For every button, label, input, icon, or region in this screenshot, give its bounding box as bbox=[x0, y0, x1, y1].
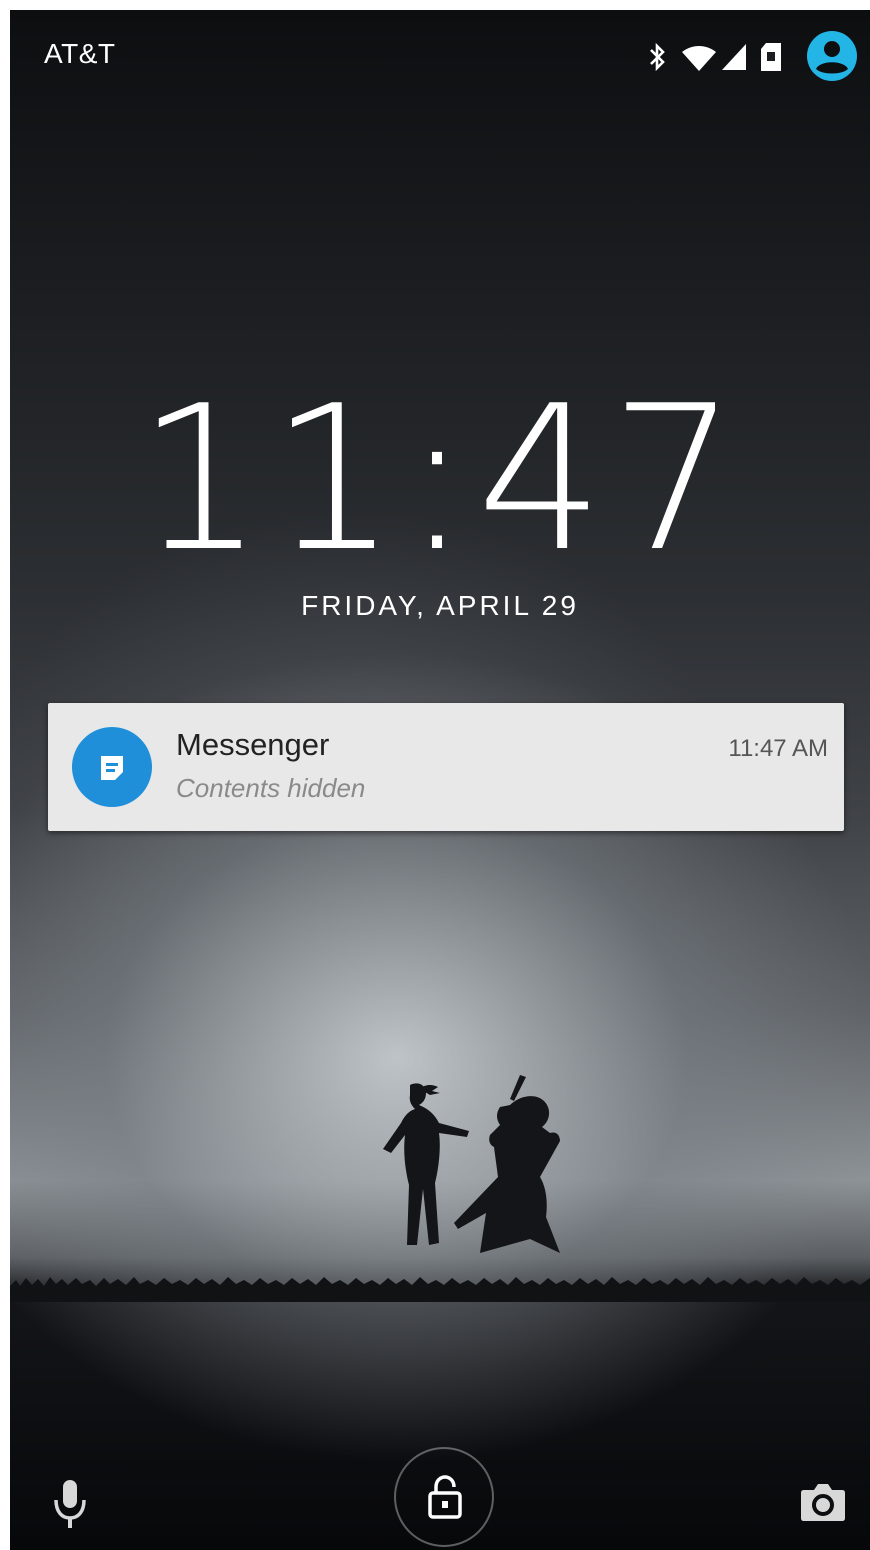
lock-icon bbox=[428, 1475, 462, 1519]
microphone-icon[interactable] bbox=[52, 1478, 88, 1530]
lockscreen: AT&T 11:47 FRIDAY, APRIL 29 Messenger 11… bbox=[10, 10, 870, 1550]
carrier-label: AT&T bbox=[44, 38, 116, 69]
bluetooth-icon bbox=[650, 42, 665, 72]
user-avatar-icon[interactable] bbox=[806, 30, 858, 82]
lockscreen-date: FRIDAY, APRIL 29 bbox=[301, 590, 579, 621]
status-bar: AT&T bbox=[10, 10, 870, 100]
messenger-icon bbox=[72, 727, 152, 807]
wallpaper-silhouettes bbox=[383, 1075, 560, 1253]
notification-text: Contents hidden bbox=[176, 773, 366, 803]
camera-icon[interactable] bbox=[800, 1482, 846, 1522]
notification-app-name: Messenger bbox=[176, 727, 330, 762]
unlock-button[interactable] bbox=[394, 1447, 494, 1547]
notification-card[interactable]: Messenger 11:47 AM Contents hidden bbox=[48, 703, 844, 831]
grass-silhouette bbox=[10, 1277, 870, 1302]
cell-signal-icon bbox=[722, 44, 746, 70]
lockscreen-clock: 11:47 bbox=[136, 363, 744, 596]
wifi-icon bbox=[682, 46, 716, 71]
sd-card-icon bbox=[761, 43, 781, 71]
messenger-glyph-icon bbox=[101, 756, 123, 780]
notification-time: 11:47 AM bbox=[728, 735, 828, 762]
